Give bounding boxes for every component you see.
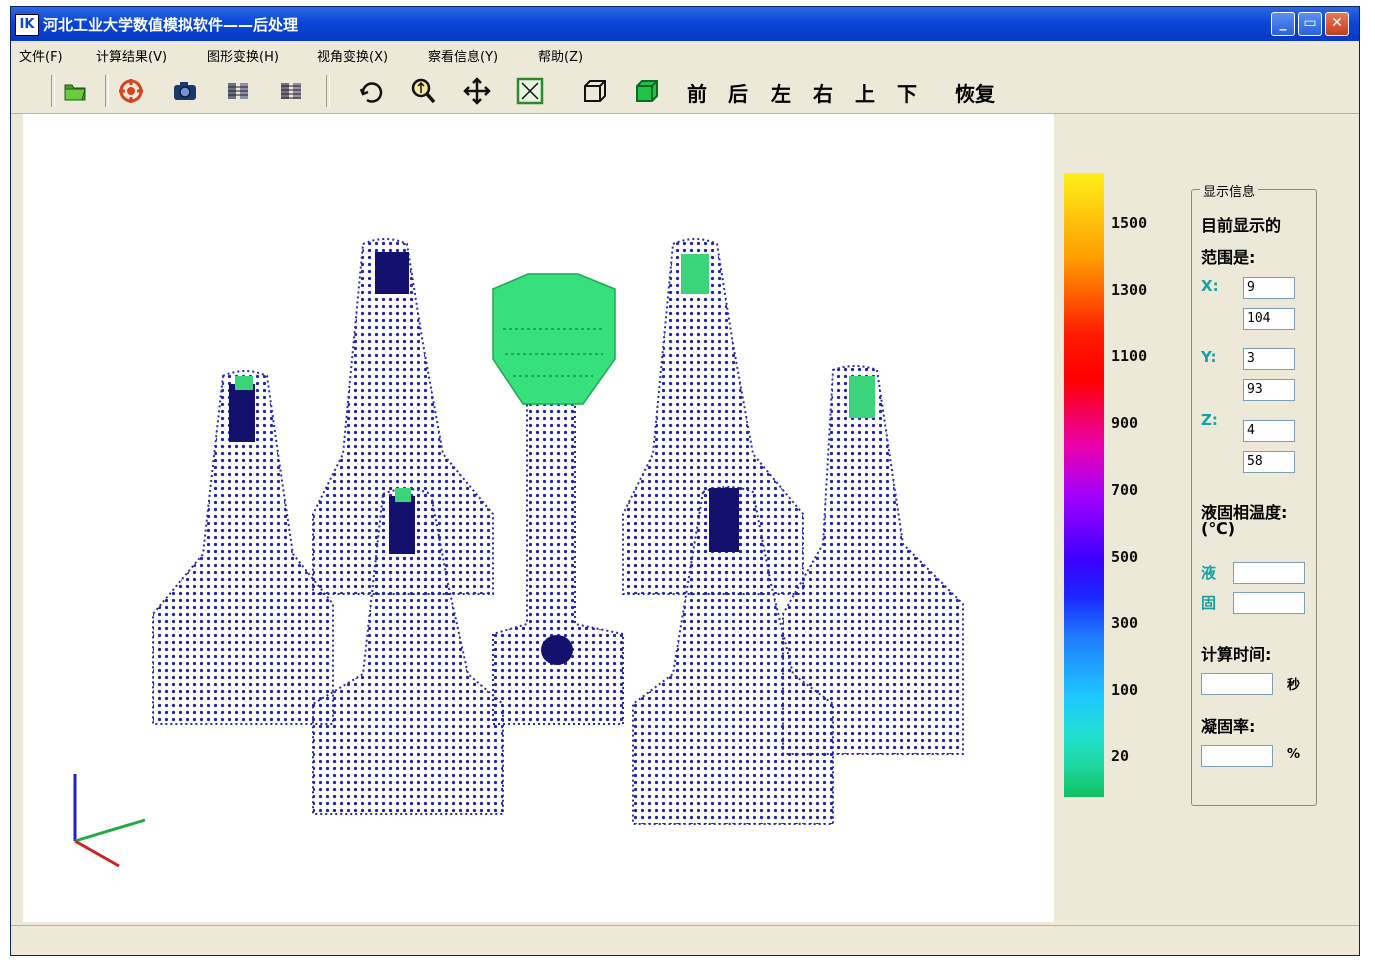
y-range-label: Y: — [1201, 348, 1217, 366]
colorbar-tick-label: 1100 — [1111, 347, 1148, 365]
calc-time-field[interactable] — [1201, 673, 1273, 695]
toolbar: 前 后 左 右 上 下 恢复 — [11, 67, 1359, 114]
liquidus-field[interactable] — [1233, 562, 1305, 584]
toolbar-separator — [105, 75, 109, 107]
temperature-unit: (℃) — [1201, 519, 1235, 538]
minimize-button[interactable]: _ — [1271, 12, 1295, 36]
casting-model-render — [73, 238, 964, 868]
view-top-button[interactable]: 上 — [855, 78, 875, 107]
toolbar-separator — [326, 75, 330, 107]
status-bar — [11, 925, 1359, 955]
z-min-field[interactable]: 4 — [1243, 420, 1295, 442]
menu-results[interactable]: 计算结果(V) — [96, 46, 167, 65]
compute-icon[interactable] — [117, 77, 145, 105]
select-box-icon[interactable] — [516, 77, 544, 105]
viewport-3d[interactable] — [23, 114, 1054, 922]
temperature-colorbar — [1064, 173, 1104, 797]
toolbar-separator — [51, 75, 55, 107]
colorbar-tick-label: 900 — [1111, 414, 1139, 432]
group-title: 显示信息 — [1200, 181, 1259, 200]
central-sprue — [492, 393, 624, 725]
menu-help[interactable]: 帮助(Z) — [538, 46, 583, 65]
window-title: 河北工业大学数值模拟软件——后处理 — [43, 16, 299, 34]
percent-unit: % — [1287, 747, 1301, 762]
x-max-field[interactable]: 104 — [1243, 308, 1295, 330]
y-min-field[interactable]: 3 — [1243, 348, 1295, 370]
title-bar[interactable]: IK 河北工业大学数值模拟软件——后处理 _ ▭ ✕ — [11, 7, 1359, 41]
view-restore-button[interactable]: 恢复 — [955, 78, 995, 107]
section-cut-icon[interactable] — [224, 77, 252, 105]
solid-cube-icon[interactable] — [633, 77, 661, 105]
camera-icon[interactable] — [171, 77, 199, 105]
y-max-field[interactable]: 93 — [1243, 379, 1295, 401]
range-title-line1: 目前显示的 — [1201, 216, 1282, 235]
zoom-icon[interactable] — [409, 77, 437, 105]
axis-triad — [73, 774, 146, 868]
view-left-button[interactable]: 左 — [771, 78, 791, 107]
menu-file[interactable]: 文件(F) — [19, 46, 63, 65]
colorbar-tick-label: 100 — [1111, 681, 1139, 699]
view-bottom-button[interactable]: 下 — [897, 78, 917, 107]
liquidus-label: 液 — [1201, 564, 1217, 582]
pouring-cup — [492, 273, 616, 405]
pan-icon[interactable] — [463, 77, 491, 105]
app-window: IK 河北工业大学数值模拟软件——后处理 _ ▭ ✕ 文件(F) 计算结果(V)… — [10, 6, 1360, 956]
view-back-button[interactable]: 后 — [728, 78, 748, 107]
solid-fraction-title: 凝固率: — [1201, 717, 1256, 736]
menu-bar: 文件(F) 计算结果(V) 图形变换(H) 视角变换(X) 察看信息(Y) 帮助… — [11, 41, 1359, 67]
wireframe-cube-icon[interactable] — [581, 77, 609, 105]
z-range-label: Z: — [1201, 411, 1218, 429]
time-unit: 秒 — [1287, 678, 1301, 693]
restore-button[interactable]: ▭ — [1298, 12, 1322, 36]
view-front-button[interactable]: 前 — [687, 78, 707, 107]
calc-time-title: 计算时间: — [1201, 645, 1272, 664]
menu-graphics[interactable]: 图形变换(H) — [207, 46, 279, 65]
open-folder-icon[interactable] — [61, 77, 89, 105]
colorbar-tick-label: 1300 — [1111, 281, 1148, 299]
x-range-label: X: — [1201, 277, 1219, 295]
layer-icon[interactable] — [277, 77, 305, 105]
colorbar-tick-label: 300 — [1111, 614, 1139, 632]
view-right-button[interactable]: 右 — [813, 78, 833, 107]
close-button[interactable]: ✕ — [1325, 12, 1349, 36]
colorbar-tick-label: 1500 — [1111, 214, 1148, 232]
solid-fraction-field[interactable] — [1201, 745, 1273, 767]
colorbar-tick-label: 700 — [1111, 481, 1139, 499]
colorbar-tick-label: 20 — [1111, 747, 1130, 765]
app-logo-icon: IK — [15, 14, 39, 36]
colorbar-tick-label: 500 — [1111, 548, 1139, 566]
z-max-field[interactable]: 58 — [1243, 451, 1295, 473]
menu-info[interactable]: 察看信息(Y) — [428, 46, 498, 65]
solidus-field[interactable] — [1233, 592, 1305, 614]
rotate-icon[interactable] — [357, 77, 385, 105]
solidus-label: 固 — [1201, 594, 1217, 612]
range-title-line2: 范围是: — [1201, 248, 1256, 267]
x-min-field[interactable]: 9 — [1243, 277, 1295, 299]
menu-view[interactable]: 视角变换(X) — [317, 46, 388, 65]
